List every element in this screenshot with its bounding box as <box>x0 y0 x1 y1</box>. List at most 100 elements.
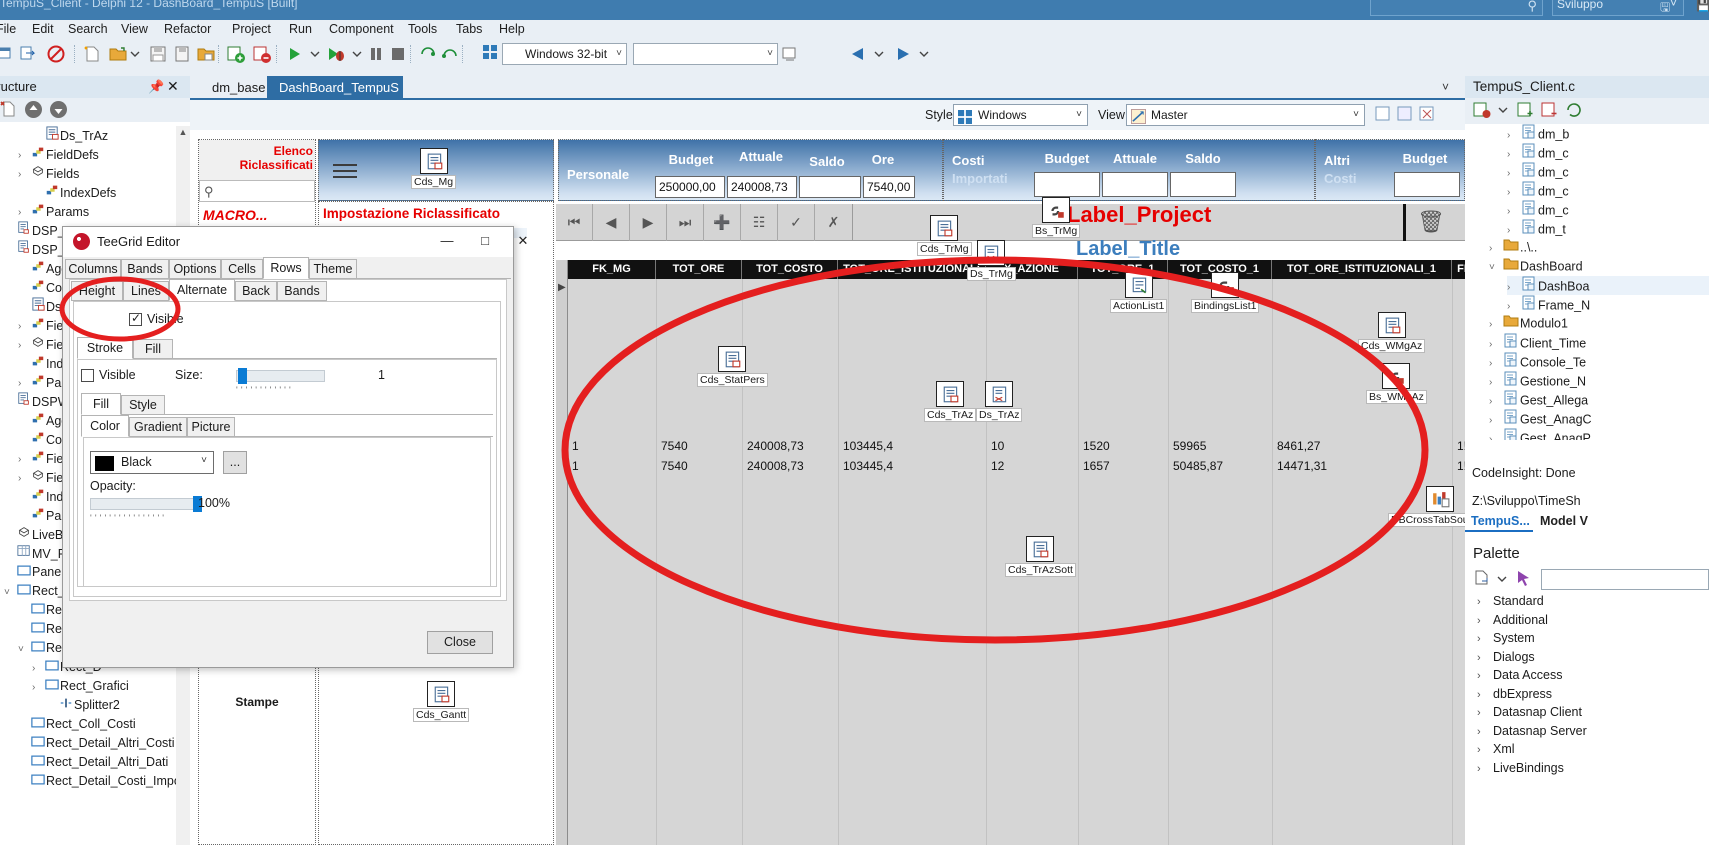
navigate-forward-icon[interactable] <box>890 44 914 64</box>
step-over-icon[interactable] <box>440 44 460 64</box>
structure-node-params[interactable]: › Params <box>18 202 89 221</box>
expander-icon[interactable]: › <box>1477 612 1493 631</box>
tab-columns[interactable]: Columns <box>65 259 121 279</box>
subtab-height[interactable]: Height <box>71 281 123 301</box>
expander-icon[interactable]: › <box>32 659 44 678</box>
run-icon[interactable] <box>284 44 304 64</box>
file-tab-dashboard-tempus[interactable]: DashBoard_TempuS ✕ <box>267 76 403 119</box>
project-node-dm-b[interactable]: › dm_b <box>1507 124 1569 143</box>
no-entry-icon[interactable] <box>46 44 66 64</box>
project-tree[interactable]: › dm_b › dm_c › dm_c › dm_c › dm_c › dm_t › ..\.. ˅ Das… <box>1465 124 1709 440</box>
tab-options[interactable]: Options <box>169 259 221 279</box>
subtab-fill2[interactable]: Fill <box>81 393 121 415</box>
new-component-icon[interactable] <box>1473 570 1491 591</box>
component-cds-gantt[interactable]: Cds_Gantt <box>413 681 470 722</box>
expander-icon[interactable]: › <box>18 146 30 165</box>
component-bindingslist1[interactable]: BindingsList1 <box>1191 272 1260 313</box>
new-file-icon[interactable] <box>82 44 102 64</box>
bottom-tab-tempus[interactable]: TempuS... <box>1465 510 1533 532</box>
structure-node-rect-detail-altri-dati[interactable]: Rect_Detail_Altri_Dati <box>18 753 168 772</box>
expander-icon[interactable]: › <box>18 374 30 393</box>
subtab-back[interactable]: Back <box>235 281 277 301</box>
expander-icon[interactable]: › <box>1477 649 1493 668</box>
new-unit-icon[interactable] <box>18 44 38 64</box>
new-icon[interactable] <box>0 100 18 121</box>
dialog-titlebar[interactable]: TeeGrid Editor — □ ✕ <box>63 227 528 257</box>
project-node-dashboard[interactable]: ˅ DashBoard <box>1489 257 1583 276</box>
remove-file-icon[interactable] <box>1541 102 1561 120</box>
expander-icon[interactable]: ˅ <box>4 583 16 602</box>
config-combo[interactable]: ˅ <box>633 43 778 65</box>
view-add-icon[interactable] <box>1374 105 1394 125</box>
chevron-down-icon[interactable] <box>1495 570 1509 591</box>
remove-from-project-icon[interactable] <box>252 44 272 64</box>
expander-icon[interactable]: › <box>1477 741 1493 760</box>
project-node-gest-anagp[interactable]: › Gest_AnagP <box>1489 428 1591 440</box>
dialog-close-button[interactable]: Close <box>427 631 493 654</box>
forward-dropdown-icon[interactable] <box>917 44 937 64</box>
component-cds-trazsott[interactable]: Cds_TrAzSott <box>1005 536 1076 577</box>
project-node-client-time[interactable]: › Client_Time <box>1489 333 1586 352</box>
expander-icon[interactable]: › <box>1477 593 1493 612</box>
structure-node-fields[interactable]: › Fields <box>18 164 79 183</box>
tab-bands[interactable]: Bands <box>121 259 169 279</box>
project-node-gest-allega[interactable]: › Gest_Allega <box>1489 390 1588 409</box>
subtab-bands[interactable]: Bands <box>277 281 327 301</box>
component-cds-statpers[interactable]: Cds_StatPers <box>697 346 768 387</box>
expander-icon[interactable]: › <box>32 678 44 697</box>
menu-item-refactor[interactable]: Refactor <box>160 21 215 37</box>
palette-category-dbexpress[interactable]: › dbExpress <box>1477 685 1552 704</box>
palette-category-standard[interactable]: › Standard <box>1477 592 1544 611</box>
menu-item-edit[interactable]: Edit <box>28 21 58 37</box>
structure-node-fielddefs[interactable]: › FieldDefs <box>18 145 99 164</box>
view-combo[interactable]: Master ˅ <box>1126 104 1365 126</box>
size-slider[interactable]: '''''''''''' <box>236 368 326 395</box>
subtab-stroke[interactable]: Stroke <box>77 337 133 359</box>
palette-category-system[interactable]: › System <box>1477 629 1535 648</box>
expander-icon[interactable]: › <box>1477 667 1493 686</box>
save-all-icon[interactable] <box>174 44 194 64</box>
structure-node-indexdefs[interactable]: IndexDefs <box>32 183 116 202</box>
tab-list-dropdown-icon[interactable]: ˅ <box>1442 80 1449 94</box>
component-ds-trmg[interactable]: Ds_TrMg <box>967 240 1016 281</box>
pause-icon[interactable] <box>366 44 386 64</box>
project-node--[interactable]: › ..\.. <box>1489 238 1537 257</box>
project-node-dm-t[interactable]: › dm_t <box>1507 219 1566 238</box>
back-dropdown-icon[interactable] <box>872 44 892 64</box>
trace-into-icon[interactable] <box>418 44 438 64</box>
project-node-modulo1[interactable]: › Modulo1 <box>1489 314 1568 333</box>
structure-node-rect-coll-costi[interactable]: Rect_Coll_Costi <box>18 715 136 734</box>
open-folder-icon[interactable] <box>108 44 128 64</box>
subtab-gradient[interactable]: Gradient <box>129 417 187 437</box>
palette-tree[interactable]: › Standard › Additional › System › Dialogs › Data… <box>1465 592 1709 845</box>
tab-cells[interactable]: Cells <box>221 259 263 279</box>
menu-item-file[interactable]: File <box>0 21 20 37</box>
chevron-down-icon[interactable] <box>1497 102 1517 120</box>
subtab-lines[interactable]: Lines <box>123 281 169 301</box>
expander-icon[interactable]: › <box>18 203 30 222</box>
palette-category-xml[interactable]: › Xml <box>1477 740 1515 759</box>
expander-icon[interactable]: › <box>1477 686 1493 705</box>
subtab-fill[interactable]: Fill <box>133 339 173 359</box>
palette-category-livebindings[interactable]: › LiveBindings <box>1477 759 1564 778</box>
project-node-dm-c[interactable]: › dm_c <box>1507 143 1569 162</box>
menu-item-help[interactable]: Help <box>495 21 529 37</box>
structure-node-rect-detail-altri-costi[interactable]: Rect_Detail_Altri_Costi <box>18 734 175 753</box>
menu-item-view[interactable]: View <box>117 21 152 37</box>
expander-icon[interactable]: › <box>1489 239 1502 258</box>
file-tab-dm-base[interactable]: dm_base <box>200 76 277 100</box>
expander-icon[interactable]: ˅ <box>1489 258 1502 277</box>
maximize-icon[interactable]: □ <box>473 233 497 251</box>
subtab-color[interactable]: Color <box>81 415 129 437</box>
project-node-console-te[interactable]: › Console_Te <box>1489 352 1586 371</box>
stop-icon[interactable] <box>388 44 408 64</box>
expander-icon[interactable]: ˅ <box>18 640 30 659</box>
color-dropdown[interactable]: Black ˅ <box>90 451 214 474</box>
menu-item-tabs[interactable]: Tabs <box>452 21 486 37</box>
palette-category-dialogs[interactable]: › Dialogs <box>1477 648 1535 667</box>
component-dbcrosstabsource1[interactable]: DBCrossTabSource1 <box>1388 486 1465 527</box>
navigate-back-icon[interactable] <box>845 44 869 64</box>
new-form-icon[interactable] <box>0 44 14 64</box>
expander-icon[interactable]: › <box>1477 723 1493 742</box>
refresh-icon[interactable] <box>1565 102 1585 120</box>
